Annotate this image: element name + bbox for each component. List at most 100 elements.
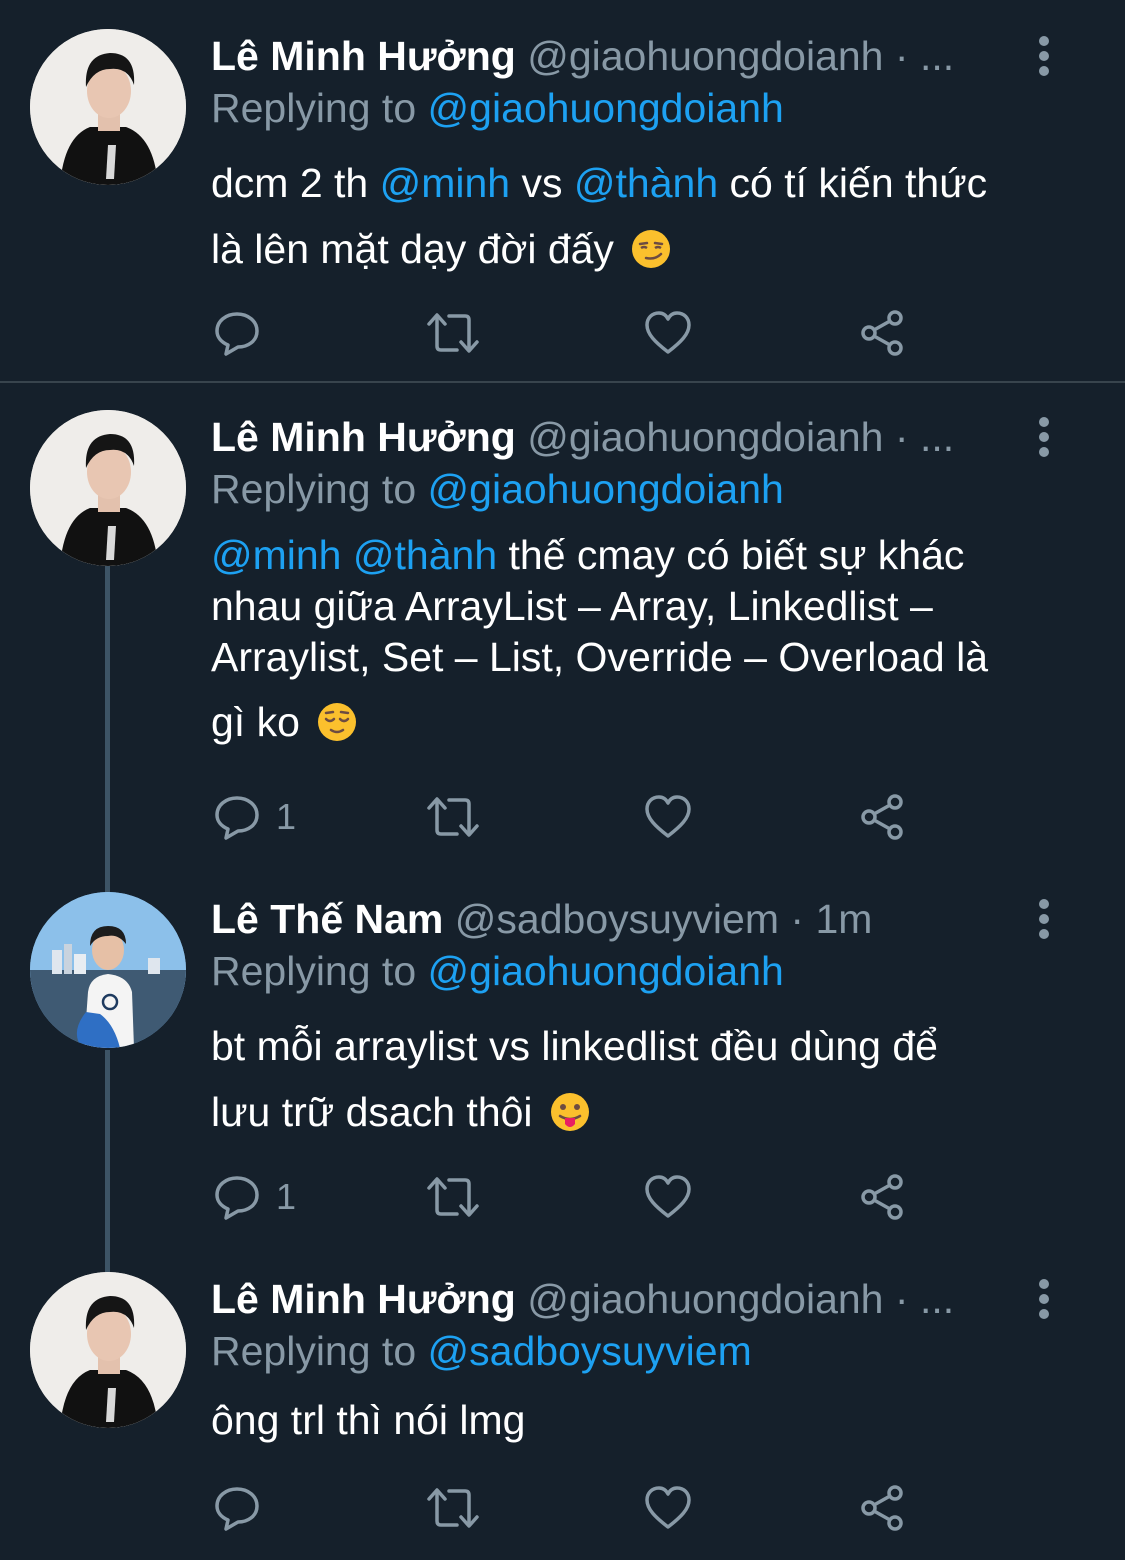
avatar[interactable] (30, 892, 186, 1048)
tweet-text-segment: nhau giữa ArrayList – Array, Linkedlist … (211, 583, 933, 629)
tweet-text-segment: Arraylist, Set – List, Override – Overlo… (211, 634, 989, 680)
retweet-button[interactable] (425, 1171, 481, 1223)
share-icon (861, 1174, 903, 1220)
more-options-button[interactable] (1029, 1277, 1059, 1321)
user-handle[interactable]: @sadboysuyviem (455, 896, 779, 942)
retweet-icon (427, 797, 479, 837)
reply-count: 1 (276, 1176, 297, 1217)
reply-bubble-icon (215, 312, 259, 356)
replying-to-handle[interactable]: @sadboysuyviem (428, 1328, 752, 1374)
tweet-text: ông trl thì nói lmg (211, 1395, 1071, 1446)
share-icon (861, 310, 903, 356)
share-button[interactable] (858, 791, 908, 843)
reply-bubble-icon (215, 1176, 259, 1220)
share-button[interactable] (858, 1482, 908, 1534)
like-button[interactable] (643, 307, 693, 359)
tweet-actions (210, 307, 930, 359)
vertical-ellipsis-icon (1039, 417, 1049, 457)
heart-icon (645, 795, 691, 838)
replying-to: Replying to @giaohuongdoianh (211, 465, 784, 513)
retweet-button[interactable] (425, 1482, 481, 1534)
retweet-icon (427, 313, 479, 353)
face-with-tongue-icon (550, 1093, 589, 1131)
tweet-header: Lê Thế Nam @sadboysuyviem · 1m (211, 895, 872, 943)
user-handle[interactable]: @giaohuongdoianh (527, 1276, 883, 1322)
mention-link[interactable]: @minh (380, 160, 511, 206)
reply-count: 1 (276, 796, 297, 837)
tweet-header: Lê Minh Hưởng @giaohuongdoianh · ... (211, 32, 954, 80)
replying-to-handle[interactable]: @giaohuongdoianh (428, 948, 784, 994)
retweet-icon (427, 1177, 479, 1217)
mention-link[interactable]: @minh (211, 532, 342, 578)
user-handle[interactable]: @giaohuongdoianh (527, 33, 883, 79)
tweet-text-segment: là lên mặt dạy đời đấy (211, 226, 614, 272)
more-options-button[interactable] (1029, 897, 1059, 941)
tweet-text: bt mỗi arraylist vs linkedlist đều dùng … (211, 1013, 1071, 1145)
reply-bubble-icon (215, 1487, 259, 1531)
tweet-text: dcm 2 th @minh vs @thành có tí kiến thức… (211, 150, 1071, 282)
replying-to: Replying to @giaohuongdoianh (211, 947, 784, 995)
reply-button[interactable] (212, 307, 276, 359)
tweet-timestamp[interactable]: · 1m (790, 896, 872, 942)
tweet-actions: 1 (210, 791, 930, 843)
vertical-ellipsis-icon (1039, 1279, 1049, 1319)
tweet-text-segment: bt mỗi arraylist vs linkedlist đều dùng … (211, 1023, 938, 1069)
heart-icon (645, 1175, 691, 1218)
replying-to-label: Replying to (211, 1328, 417, 1374)
mention-link[interactable]: @thành (353, 532, 497, 578)
heart-icon (645, 1486, 691, 1529)
tweet-header: Lê Minh Hưởng @giaohuongdoianh · ... (211, 1275, 954, 1323)
tweet-text-segment: thế cmay có biết sự khác (497, 532, 965, 578)
vertical-ellipsis-icon (1039, 36, 1049, 76)
replying-to-label: Replying to (211, 466, 417, 512)
like-button[interactable] (643, 1482, 693, 1534)
reply-button[interactable] (212, 1482, 276, 1534)
like-button[interactable] (643, 791, 693, 843)
reply-bubble-icon (215, 796, 259, 840)
tweet-text-segment: lưu trữ dsach thôi (211, 1089, 533, 1135)
tweet-text: @minh @thành thế cmay có biết sự khác nh… (211, 530, 1071, 748)
more-options-button[interactable] (1029, 415, 1059, 459)
tweet-actions: 1 (210, 1171, 930, 1223)
tweet-text-segment: ông trl thì nói lmg (211, 1397, 526, 1443)
tweet[interactable]: Lê Minh Hưởng @giaohuongdoianh · ... Rep… (0, 383, 1125, 873)
tweet-text-segment: gì ko (211, 699, 300, 745)
share-button[interactable] (858, 307, 908, 359)
replying-to-handle[interactable]: @giaohuongdoianh (428, 85, 784, 131)
display-name[interactable]: Lê Minh Hưởng (211, 33, 516, 79)
heart-icon (645, 311, 691, 354)
user-handle[interactable]: @giaohuongdoianh (527, 414, 883, 460)
like-button[interactable] (643, 1171, 693, 1223)
share-button[interactable] (858, 1171, 908, 1223)
reply-thread: Lê Minh Hưởng @giaohuongdoianh · ... Rep… (0, 0, 1125, 1560)
relieved-face-icon (318, 703, 357, 741)
tweet[interactable]: Lê Thế Nam @sadboysuyviem · 1m Replying … (0, 873, 1125, 1258)
tweet-meta: · ... (894, 33, 955, 79)
share-icon (861, 1485, 903, 1531)
mention-link[interactable]: @thành (574, 160, 718, 206)
tweet[interactable]: Lê Minh Hưởng @giaohuongdoianh · ... Rep… (0, 0, 1125, 383)
reply-button[interactable]: 1 (212, 791, 296, 843)
replying-to-label: Replying to (211, 85, 417, 131)
replying-to-label: Replying to (211, 948, 417, 994)
retweet-button[interactable] (425, 307, 481, 359)
tweet-text-segment: dcm 2 th (211, 160, 380, 206)
tweet-header: Lê Minh Hưởng @giaohuongdoianh · ... (211, 413, 954, 461)
smirking-face-icon (632, 230, 671, 268)
avatar[interactable] (30, 410, 186, 566)
replying-to-handle[interactable]: @giaohuongdoianh (428, 466, 784, 512)
more-options-button[interactable] (1029, 34, 1059, 78)
tweet-actions (210, 1482, 930, 1534)
tweet-text-segment: vs (510, 160, 574, 206)
avatar[interactable] (30, 29, 186, 185)
avatar[interactable] (30, 1272, 186, 1428)
reply-button[interactable]: 1 (212, 1171, 296, 1223)
share-icon (861, 794, 903, 840)
display-name[interactable]: Lê Thế Nam (211, 896, 443, 942)
retweet-button[interactable] (425, 791, 481, 843)
tweet-text-segment: có tí kiến thức (718, 160, 988, 206)
display-name[interactable]: Lê Minh Hưởng (211, 1276, 516, 1322)
tweet[interactable]: Lê Minh Hưởng @giaohuongdoianh · ... Rep… (0, 1258, 1125, 1560)
display-name[interactable]: Lê Minh Hưởng (211, 414, 516, 460)
tweet-meta: · ... (894, 414, 955, 460)
